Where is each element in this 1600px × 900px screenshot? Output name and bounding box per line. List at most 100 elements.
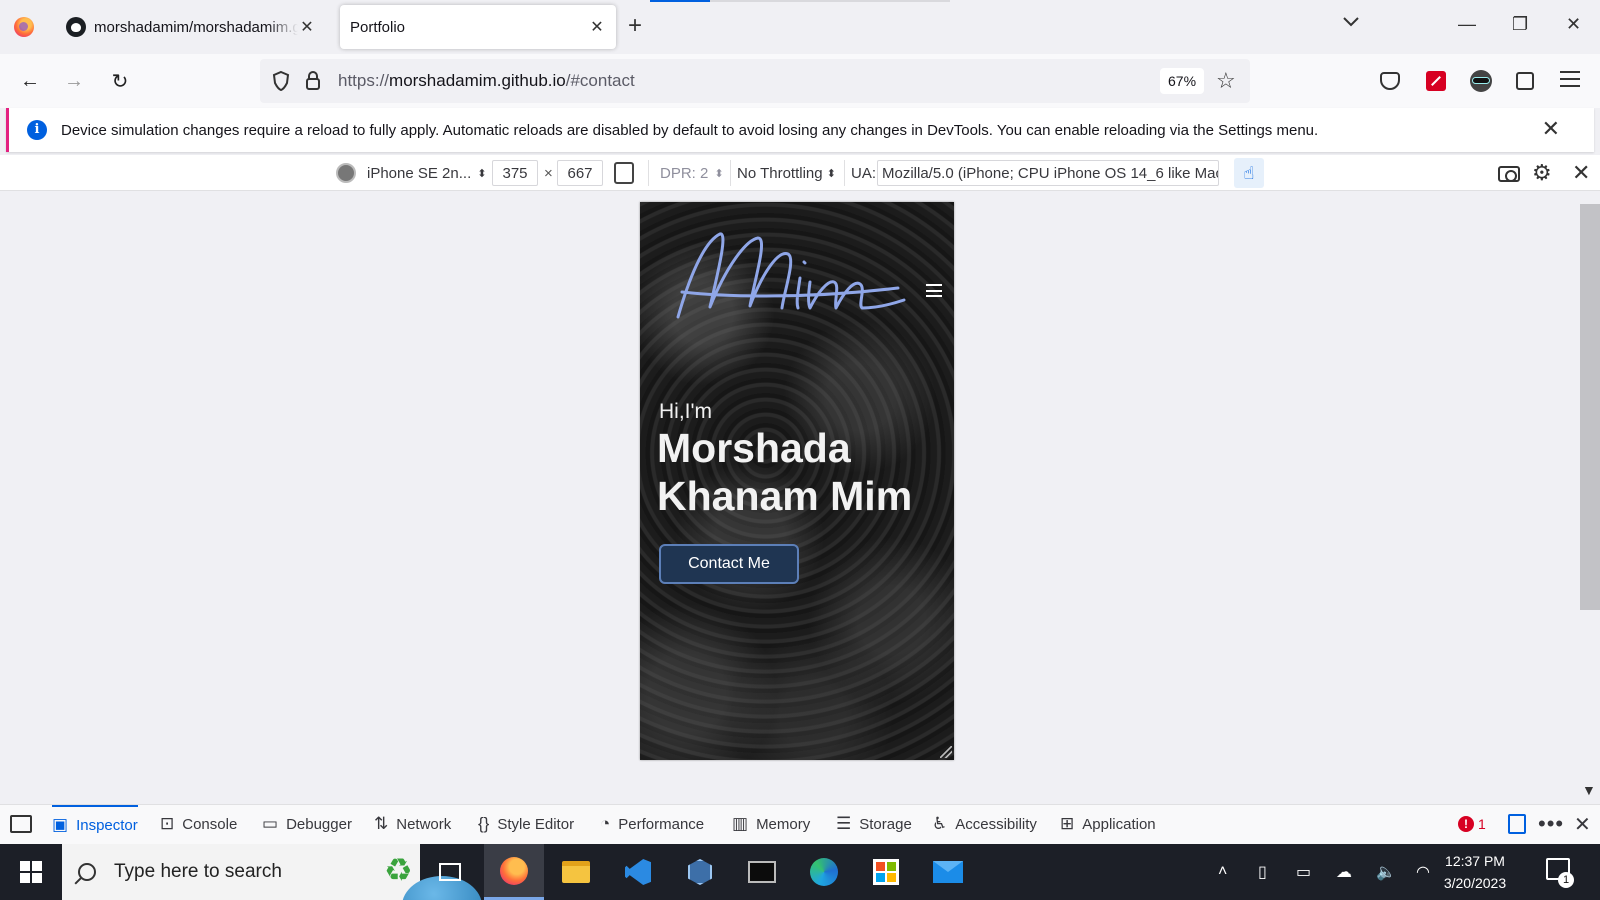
contact-me-button[interactable]: Contact Me [659, 544, 799, 584]
dpr-selector[interactable]: DPR: 2 ⬍ [660, 155, 724, 191]
show-hidden-icons[interactable]: ˄ [1218, 844, 1227, 900]
battery-icon[interactable]: ▭ [1296, 844, 1311, 900]
tab-github[interactable]: morshadamim/morshadamim.github.io ✕ [56, 5, 326, 49]
error-icon: ! [1458, 816, 1474, 832]
close-tab-icon[interactable]: ✕ [588, 17, 606, 37]
task-view-button[interactable] [420, 844, 480, 900]
toolbar-separator [648, 160, 649, 186]
tracking-protection-icon[interactable] [272, 70, 290, 92]
tab-storage[interactable]: ☰ Storage [836, 805, 912, 843]
tab-label: Network [396, 815, 452, 833]
tab-console[interactable]: ⊡ Console [160, 805, 237, 843]
tab-label: Application [1082, 815, 1156, 833]
taskbar-file-explorer[interactable] [546, 844, 606, 900]
touch-simulation-icon[interactable]: ☝ [1234, 158, 1264, 188]
device-icon[interactable]: ▯ [1258, 844, 1267, 900]
volume-icon[interactable]: 🔈 [1376, 844, 1396, 900]
close-rdm-button[interactable]: ✕ [1572, 155, 1590, 191]
app-menu-icon[interactable] [1560, 71, 1580, 87]
taskbar-search[interactable]: Type here to search ♻ [62, 844, 482, 900]
viewport-height-input[interactable]: 667 [557, 160, 603, 186]
tab-portfolio[interactable]: Portfolio ✕ [340, 5, 616, 49]
extension-spy-icon[interactable] [1470, 70, 1492, 92]
dpr-value: DPR: 2 [660, 164, 709, 182]
dock-side-icon[interactable] [1508, 814, 1526, 834]
close-devtools-button[interactable]: ✕ [1574, 805, 1591, 843]
tab-inspector[interactable]: ▣ Inspector [52, 805, 138, 843]
search-icon [78, 863, 96, 881]
tab-accessibility[interactable]: ♿ Accessibility [932, 805, 1037, 843]
device-name: iPhone SE 2n... [367, 164, 472, 182]
tab-label: Storage [859, 815, 912, 833]
taskbar-firefox[interactable] [484, 844, 544, 900]
notification-message: Device simulation changes require a relo… [61, 121, 1319, 139]
firefox-icon[interactable] [14, 17, 34, 37]
style-editor-icon: {} [478, 814, 490, 833]
rdm-viewport-area: Hi,I'm Morshada Khanam Mim Contact Me ▼ [0, 192, 1600, 804]
tab-label: Accessibility [955, 815, 1037, 833]
url-bar[interactable]: https://morshadamim.github.io/#contact 6… [260, 59, 1250, 103]
screenshot-camera-icon[interactable] [1498, 166, 1520, 182]
pocket-icon[interactable] [1380, 72, 1400, 90]
network-wifi-icon[interactable]: ◠ [1416, 844, 1430, 900]
settings-gear-icon[interactable]: ⚙ [1532, 155, 1552, 191]
toolbar-separator [844, 160, 845, 186]
taskbar-store[interactable] [856, 844, 916, 900]
user-agent-input[interactable]: Mozilla/5.0 (iPhone; CPU iPhone OS 14_6 … [877, 160, 1219, 186]
taskbar-vscode[interactable] [608, 844, 668, 900]
network-throttling-selector[interactable]: No Throttling ⬍ [737, 155, 836, 191]
throttling-value: No Throttling [737, 164, 823, 182]
close-window-button[interactable]: ✕ [1566, 14, 1581, 35]
url-text[interactable]: https://morshadamim.github.io/#contact [338, 71, 635, 91]
url-scheme: https:// [338, 71, 390, 90]
viewport-resize-handle[interactable] [940, 746, 952, 758]
windows-start-icon[interactable] [20, 861, 42, 883]
tab-style-editor[interactable]: {} Style Editor [478, 805, 574, 843]
site-logo[interactable] [658, 222, 908, 332]
element-picker-icon[interactable] [10, 815, 32, 833]
tab-performance[interactable]: ◔ Performance [600, 805, 704, 843]
select-arrows-icon: ⬍ [826, 167, 836, 180]
tab-label: morshadamim/morshadamim.github.io [94, 18, 298, 36]
bookmark-star-icon[interactable]: ☆ [1216, 68, 1236, 94]
simulated-device-viewport[interactable]: Hi,I'm Morshada Khanam Mim Contact Me [640, 202, 954, 760]
taskbar-edge[interactable] [794, 844, 854, 900]
reload-button[interactable]: ↻ [106, 67, 134, 95]
viewport-width-input[interactable]: 375 [492, 160, 538, 186]
close-notification-button[interactable]: ✕ [1542, 118, 1560, 140]
error-count-button[interactable]: ! 1 [1458, 805, 1486, 843]
rotate-viewport-icon[interactable] [614, 162, 634, 184]
close-tab-icon[interactable]: ✕ [298, 17, 316, 37]
search-placeholder: Type here to search [114, 861, 282, 882]
more-options-icon[interactable]: ••• [1538, 805, 1564, 843]
back-button[interactable]: ← [16, 67, 44, 95]
extension-red-icon[interactable] [1426, 71, 1446, 91]
zoom-reset-button[interactable]: 67% [1160, 68, 1205, 94]
system-clock[interactable]: 12:37 PM 3/20/2023 [1430, 850, 1520, 894]
taskbar-terminal[interactable] [732, 844, 792, 900]
taskbar-3d-app[interactable] [670, 844, 730, 900]
tab-application[interactable]: ⊞ Application [1060, 805, 1156, 843]
new-tab-button[interactable]: + [628, 14, 642, 38]
taskbar-mail[interactable] [918, 844, 978, 900]
site-menu-icon[interactable] [926, 284, 942, 297]
navigation-toolbar: ← → ↻ https://morshadamim.github.io/#con… [0, 54, 1600, 108]
list-all-tabs-icon[interactable] [1342, 16, 1360, 28]
tab-debugger[interactable]: ▭ Debugger [262, 805, 352, 843]
restore-button[interactable]: ❐ [1512, 14, 1528, 35]
cloud-icon[interactable]: ☁ [1336, 844, 1352, 900]
extensions-icon[interactable] [1516, 72, 1534, 90]
select-arrows-icon: ⬍ [477, 167, 487, 180]
scroll-down-icon[interactable]: ▼ [1582, 782, 1596, 798]
devtools-toolbox: ▣ Inspector ⊡ Console ▭ Debugger ⇅ Network {… [0, 804, 1600, 844]
lock-icon[interactable] [304, 70, 322, 92]
tab-network[interactable]: ⇅ Network [374, 805, 451, 843]
scrollbar-thumb[interactable] [1580, 204, 1600, 610]
tab-label: Console [182, 815, 238, 833]
tab-memory[interactable]: ▥ Memory [732, 805, 810, 843]
minimize-button[interactable]: — [1458, 14, 1476, 35]
device-selector[interactable]: iPhone SE 2n... ⬍ [367, 155, 486, 191]
forward-button[interactable]: → [60, 67, 88, 95]
console-icon: ⊡ [160, 814, 175, 833]
hero-greeting: Hi,I'm [659, 400, 713, 423]
